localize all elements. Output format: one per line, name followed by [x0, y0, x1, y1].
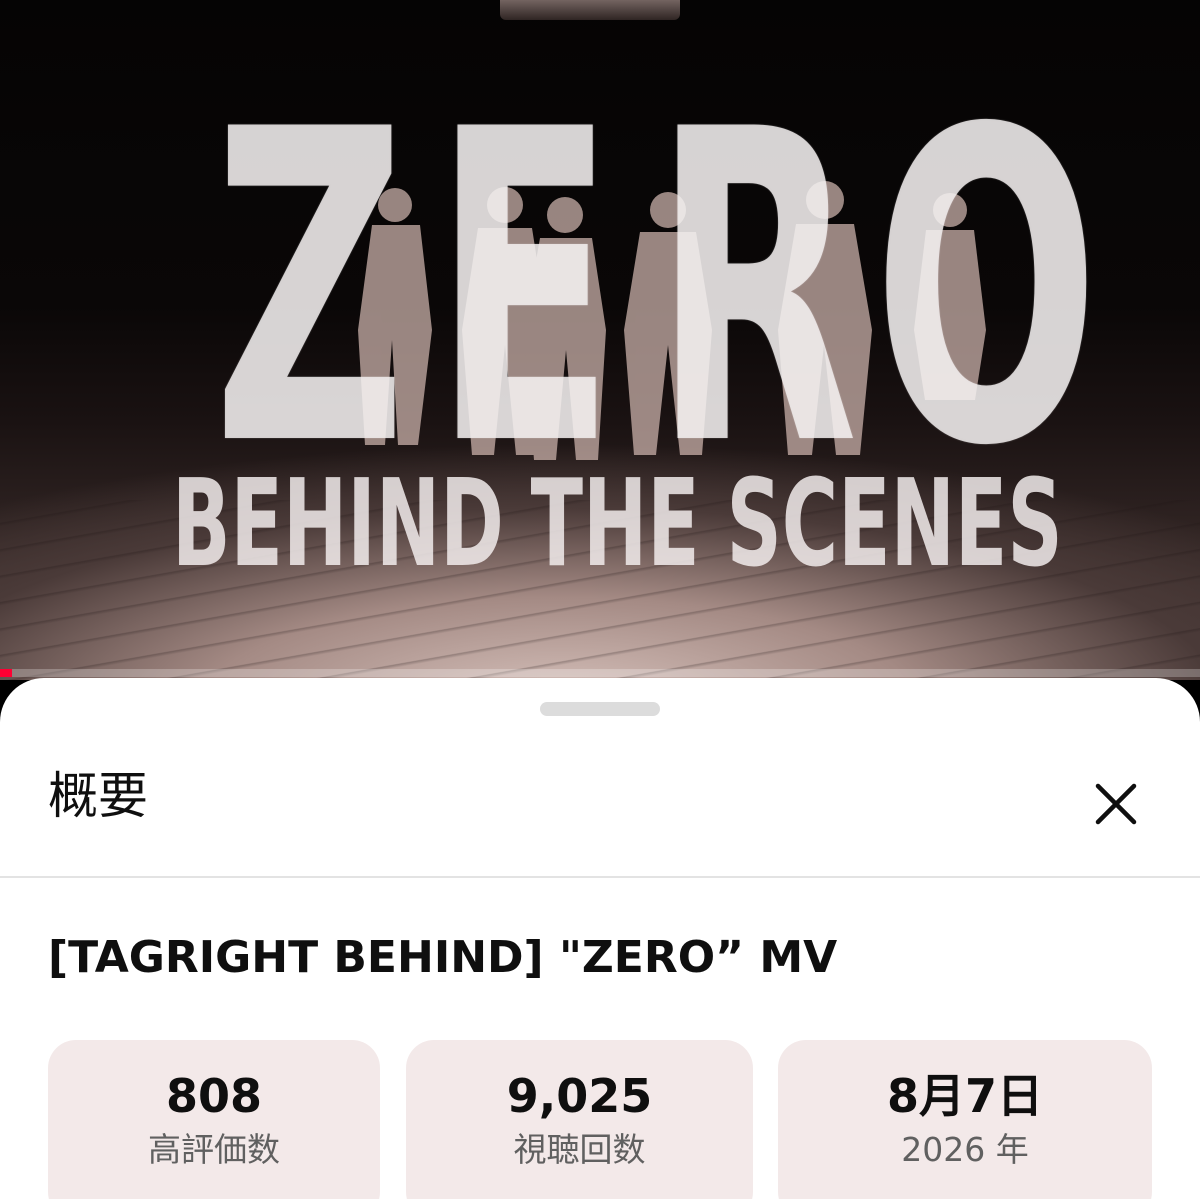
video-player[interactable]: Z E R O BEHIND THE SCENES: [0, 0, 1200, 680]
screen: Z E R O BEHIND THE SCENES 概要 [TAGRIGHT B…: [0, 0, 1200, 1199]
video-progress-fill: [0, 669, 12, 677]
title-letter-e: E: [433, 40, 616, 540]
likes-count: 808: [165, 1069, 263, 1123]
title-letter-z: Z: [213, 40, 407, 540]
title-letter-r: R: [653, 40, 859, 540]
behind-the-scenes-art: BEHIND THE SCENES: [172, 455, 1063, 594]
views-label: 視聴回数: [513, 1130, 646, 1169]
video-title: [TAGRIGHT BEHIND] "ZERO” MV: [48, 932, 838, 983]
title-letter-o: O: [873, 40, 1100, 540]
zero-title-art: Z E R O: [175, 40, 1100, 540]
upload-year: 2026 年: [901, 1130, 1029, 1169]
sheet-drag-handle[interactable]: [540, 702, 660, 716]
description-sheet: 概要 [TAGRIGHT BEHIND] "ZERO” MV 808 高評価数 …: [0, 678, 1200, 1199]
close-icon: [1095, 783, 1137, 825]
views-stat-card: 9,025 視聴回数: [406, 1040, 753, 1199]
date-stat-card: 8月7日 2026 年: [778, 1040, 1152, 1199]
sheet-title: 概要: [48, 767, 148, 825]
close-button[interactable]: [1086, 774, 1146, 834]
likes-label: 高評価数: [148, 1130, 280, 1169]
video-progress-bar[interactable]: [0, 669, 1200, 677]
upload-date: 8月7日: [886, 1069, 1043, 1123]
sheet-divider: [0, 876, 1200, 878]
views-count: 9,025: [506, 1069, 653, 1123]
likes-stat-card: 808 高評価数: [48, 1040, 380, 1199]
